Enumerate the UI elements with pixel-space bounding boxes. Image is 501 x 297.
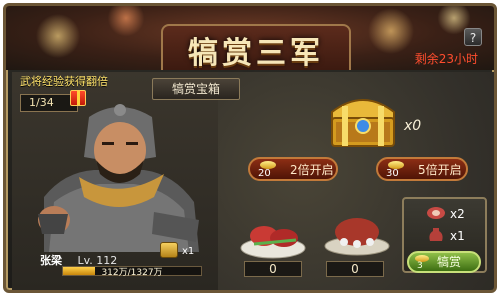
button-label: 2倍开启 — [290, 163, 334, 177]
wine-jar-icon — [429, 228, 443, 241]
reward-button[interactable]: 3 犒赏 — [407, 251, 481, 273]
button-label: 犒赏 — [437, 255, 462, 269]
general-portrait — [38, 104, 199, 252]
exp-text: 312万/1327万 — [101, 268, 163, 278]
button-label: 5倍开启 — [418, 163, 462, 177]
meat-plate-icon[interactable] — [238, 216, 308, 260]
treasure-chest-icon[interactable] — [324, 88, 402, 150]
page-title: 犒赏三军 — [188, 36, 324, 71]
open-5x-button[interactable]: 30 5倍开启 — [376, 157, 468, 181]
firework-decoration — [106, 6, 146, 38]
event-window: 犒赏三军 ? 剩余23小时 武将经验获得翻倍 1/34 犒赏宝箱 张梁 Lv. … — [3, 3, 497, 293]
chest-count: x0 — [404, 118, 422, 134]
small-chest-icon — [160, 242, 178, 258]
small-chest-count: x1 — [182, 246, 195, 257]
reward-count: x2 — [450, 207, 465, 221]
button-cost: 20 — [258, 168, 271, 179]
firework-decoration — [34, 12, 82, 60]
tab-reward-chest[interactable]: 犒赏宝箱 — [152, 78, 240, 100]
exp-bar: 312万/1327万 — [62, 266, 202, 278]
dish-count: 0 — [244, 261, 302, 277]
exp-bonus-label: 武将经验获得翻倍 — [20, 75, 108, 88]
button-cost: 30 — [386, 168, 399, 179]
remaining-time: 剩余23小时 — [414, 52, 478, 66]
firework-decoration — [366, 6, 416, 56]
general-name: 张梁 — [40, 254, 62, 267]
dish-count: 0 — [326, 261, 384, 277]
roast-plate-icon[interactable] — [322, 212, 392, 256]
button-cost: 3 — [417, 261, 423, 271]
question-mark-icon[interactable]: ? — [464, 28, 482, 46]
meat-icon — [427, 207, 445, 219]
reward-count: x1 — [450, 229, 465, 243]
open-2x-button[interactable]: 20 2倍开启 — [248, 157, 338, 181]
